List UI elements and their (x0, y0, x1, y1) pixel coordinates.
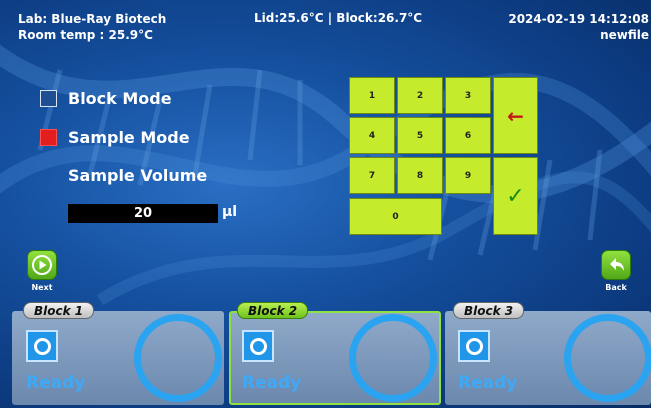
keypad-key-0[interactable]: 0 (349, 198, 442, 235)
date-time: 2024-02-19 14:12:08 (508, 12, 649, 26)
sample-mode-label: Sample Mode (68, 128, 190, 147)
volume-unit: µl (222, 204, 238, 220)
block-mode-label: Block Mode (68, 89, 172, 108)
back-label: Back (605, 283, 627, 292)
block-1-status-icon (26, 330, 58, 362)
keypad-key-8[interactable]: 8 (397, 157, 443, 194)
keypad-key-7[interactable]: 7 (349, 157, 395, 194)
block-3-tab[interactable]: Block 3 (453, 302, 525, 319)
block-3-status-icon (458, 330, 490, 362)
file-name: newfile (600, 28, 649, 42)
play-icon (32, 255, 52, 275)
back-button[interactable] (601, 250, 631, 280)
keypad-key-1[interactable]: 1 (349, 77, 395, 114)
next-button[interactable] (27, 250, 57, 280)
next-label: Next (31, 283, 53, 292)
undo-arrow-icon (610, 258, 624, 271)
backspace-button[interactable]: ← (493, 77, 538, 154)
block-2-status: Ready (242, 373, 302, 393)
room-temperature: Room temp : 25.9°C (18, 28, 153, 42)
confirm-button[interactable]: ✓ (493, 157, 538, 235)
header-right: 2024-02-19 14:12:08 newfile (508, 11, 649, 43)
block-2-status-icon (242, 330, 274, 362)
block-mode-checkbox[interactable] (40, 90, 57, 107)
block-1-tab[interactable]: Block 1 (23, 302, 95, 319)
block-3-progress-ring (564, 314, 651, 402)
sample-mode-option[interactable]: Sample Mode (40, 128, 190, 147)
keypad-key-6[interactable]: 6 (445, 117, 491, 154)
screen: Lab: Blue-Ray Biotech Room temp : 25.9°C… (0, 0, 651, 408)
sample-mode-checkbox[interactable] (40, 129, 57, 146)
lab-name: Lab: Blue-Ray Biotech (18, 12, 167, 26)
block-mode-option[interactable]: Block Mode (40, 89, 172, 108)
keypad-key-4[interactable]: 4 (349, 117, 395, 154)
keypad-key-5[interactable]: 5 (397, 117, 443, 154)
ring-icon (33, 337, 51, 355)
sample-volume-label: Sample Volume (68, 166, 208, 185)
block-3-status: Ready (458, 373, 518, 393)
block-1-status: Ready (26, 373, 86, 393)
sample-volume-input[interactable]: 20 (68, 204, 218, 223)
keypad-key-2[interactable]: 2 (397, 77, 443, 114)
ring-icon (249, 337, 267, 355)
ring-icon (465, 337, 483, 355)
block-2-progress-ring (349, 314, 437, 402)
lid-block-temperature: Lid:25.6°C | Block:26.7°C (254, 11, 423, 25)
check-icon: ✓ (506, 183, 525, 209)
left-arrow-icon: ← (507, 103, 524, 128)
block-1-progress-ring (134, 314, 222, 402)
keypad-key-9[interactable]: 9 (445, 157, 491, 194)
block-2-tab[interactable]: Block 2 (237, 302, 309, 319)
lab-info: Lab: Blue-Ray Biotech Room temp : 25.9°C (18, 11, 166, 43)
keypad-key-3[interactable]: 3 (445, 77, 491, 114)
